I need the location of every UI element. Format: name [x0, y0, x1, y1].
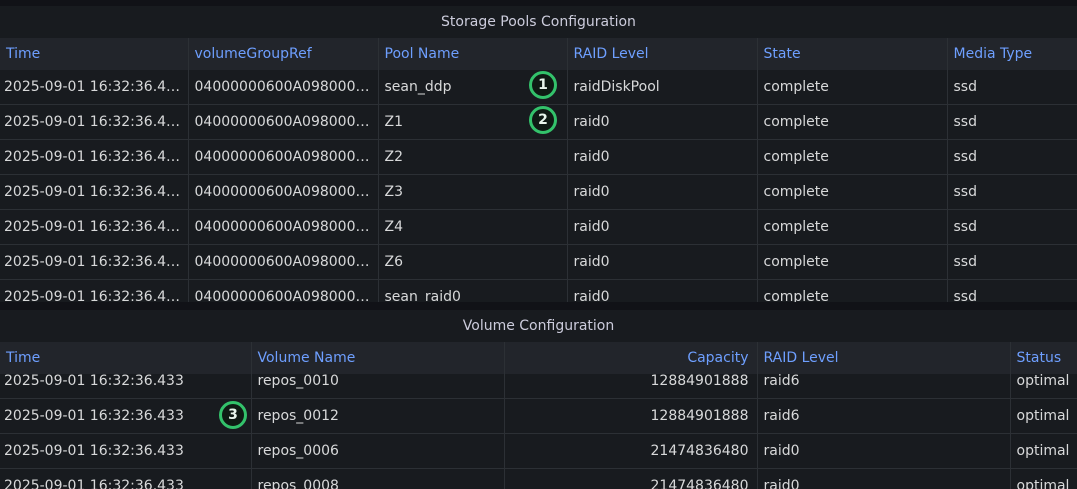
- column-header-raid-level[interactable]: RAID Level: [567, 38, 758, 70]
- cell-media-type: ssd: [947, 174, 1077, 210]
- cell-status: optimal: [1010, 433, 1077, 469]
- volumes-table-body: 2025-09-01 16:32:36.433 repos_0010 1288490…: [0, 374, 1077, 489]
- cell-raid-level: raid6: [757, 374, 1011, 399]
- column-header-pool-name[interactable]: Pool Name: [378, 38, 568, 70]
- cell-raid-level: raid0: [757, 433, 1011, 469]
- cell-state: complete: [757, 139, 948, 175]
- cell-status: optimal: [1010, 374, 1077, 399]
- cell-capacity: 21474836480: [504, 468, 758, 489]
- column-header-capacity[interactable]: Capacity: [504, 342, 758, 374]
- cell-status: optimal: [1010, 398, 1077, 434]
- volumes-table-scroll[interactable]: Time Volume Name Capacity RAID Level Sta…: [0, 342, 1077, 489]
- cell-raid-level: raid0: [567, 279, 758, 302]
- cell-pool-name: Z2: [378, 139, 568, 175]
- column-header-state[interactable]: State: [757, 38, 948, 70]
- cell-pool-name: Z6: [378, 244, 568, 280]
- cell-volume-name: repos_0012: [251, 398, 505, 434]
- cell-capacity: 12884901888: [504, 398, 758, 434]
- volumes-table: Time Volume Name Capacity RAID Level Sta…: [0, 342, 1077, 374]
- cell-time: 2025-09-01 16:32:36.433: [0, 174, 189, 210]
- cell-raid-level: raid0: [567, 104, 758, 140]
- cell-volume-group-ref: 04000000600A098000E3…: [188, 139, 379, 175]
- cell-volume-group-ref: 04000000600A098000E3…: [188, 209, 379, 245]
- cell-raid-level: raid0: [567, 174, 758, 210]
- cell-status: optimal: [1010, 468, 1077, 489]
- cell-time: 2025-09-01 16:32:36.433: [0, 104, 189, 140]
- cell-raid-level: raid0: [567, 209, 758, 245]
- table-row[interactable]: 2025-09-01 16:32:36.433 04000000600A09800…: [0, 139, 1077, 175]
- cell-time: 2025-09-01 16:32:36.433: [0, 70, 189, 105]
- cell-state: complete: [757, 104, 948, 140]
- column-header-volume-name[interactable]: Volume Name: [251, 342, 505, 374]
- cell-media-type: ssd: [947, 139, 1077, 175]
- cell-time: 2025-09-01 16:32:36.433: [0, 209, 189, 245]
- volume-configuration-panel: Volume Configuration Time Volume Name Ca…: [0, 310, 1077, 489]
- column-header-status[interactable]: Status: [1010, 342, 1077, 374]
- table-row[interactable]: 2025-09-01 16:32:36.433 repos_0006 2147483…: [0, 433, 1077, 469]
- cell-volume-group-ref: 04000000600A098000E3…: [188, 104, 379, 140]
- cell-volume-name: repos_0006: [251, 433, 505, 469]
- column-header-time[interactable]: Time: [0, 342, 252, 374]
- cell-volume-name: repos_0008: [251, 468, 505, 489]
- cell-state: complete: [757, 244, 948, 280]
- cell-time: 2025-09-01 16:32:36.433: [0, 374, 252, 399]
- storage-pools-panel: Storage Pools Configuration Time volumeG…: [0, 6, 1077, 302]
- cell-volume-group-ref: 04000000600A098000E3…: [188, 174, 379, 210]
- cell-raid-level: raid0: [757, 468, 1011, 489]
- cell-state: complete: [757, 174, 948, 210]
- cell-raid-level: raid6: [757, 398, 1011, 434]
- cell-state: complete: [757, 70, 948, 105]
- cell-raid-level: raidDiskPool: [567, 70, 758, 105]
- cell-time: 2025-09-01 16:32:36.433: [0, 433, 252, 469]
- cell-raid-level: raid0: [567, 244, 758, 280]
- table-header-row: Time Volume Name Capacity RAID Level Sta…: [0, 342, 1077, 374]
- table-row[interactable]: 2025-09-01 16:32:36.433 repos_0010 1288490…: [0, 374, 1077, 399]
- cell-volume-group-ref: 04000000600A098000E3…: [188, 70, 379, 105]
- cell-capacity: 21474836480: [504, 433, 758, 469]
- column-header-volume-group-ref[interactable]: volumeGroupRef: [188, 38, 379, 70]
- annotation-marker-1: 1: [529, 71, 557, 99]
- annotation-marker-2: 2: [529, 106, 557, 134]
- cell-volume-group-ref: 04000000600A098000E3…: [188, 244, 379, 280]
- volumes-body-viewport: 2025-09-01 16:32:36.433 repos_0010 1288490…: [0, 374, 1077, 489]
- cell-media-type: ssd: [947, 70, 1077, 105]
- cell-time: 2025-09-01 16:32:36.433: [0, 398, 252, 434]
- table-row[interactable]: 2025-09-01 16:32:36.433 04000000600A09800…: [0, 174, 1077, 210]
- column-header-media-type[interactable]: Media Type: [947, 38, 1077, 70]
- column-header-time[interactable]: Time: [0, 38, 189, 70]
- table-row[interactable]: 2025-09-01 16:32:36.433 repos_0012 1288490…: [0, 398, 1077, 434]
- annotation-marker-3: 3: [219, 401, 247, 429]
- cell-volume-name: repos_0010: [251, 374, 505, 399]
- cell-time: 2025-09-01 16:32:36.433: [0, 139, 189, 175]
- table-row[interactable]: 2025-09-01 16:32:36.433 04000000600A09800…: [0, 279, 1077, 302]
- cell-pool-name: Z4: [378, 209, 568, 245]
- cell-time: 2025-09-01 16:32:36.433: [0, 468, 252, 489]
- table-row[interactable]: 2025-09-01 16:32:36.433 repos_0008 2147483…: [0, 468, 1077, 489]
- cell-state: complete: [757, 279, 948, 302]
- cell-media-type: ssd: [947, 279, 1077, 302]
- cell-time: 2025-09-01 16:32:36.433: [0, 244, 189, 280]
- cell-pool-name: Z3: [378, 174, 568, 210]
- cell-pool-name: sean_raid0: [378, 279, 568, 302]
- cell-time: 2025-09-01 16:32:36.433: [0, 279, 189, 302]
- table-row[interactable]: 2025-09-01 16:32:36.433 04000000600A09800…: [0, 244, 1077, 280]
- cell-media-type: ssd: [947, 209, 1077, 245]
- panel-title: Volume Configuration: [462, 318, 615, 334]
- cell-state: complete: [757, 209, 948, 245]
- table-header-row: Time volumeGroupRef Pool Name RAID Level…: [0, 38, 1077, 70]
- cell-raid-level: raid0: [567, 139, 758, 175]
- panel-title: Storage Pools Configuration: [441, 14, 636, 30]
- cell-volume-group-ref: 04000000600A098000E6…: [188, 279, 379, 302]
- cell-media-type: ssd: [947, 104, 1077, 140]
- column-header-raid-level[interactable]: RAID Level: [757, 342, 1011, 374]
- cell-media-type: ssd: [947, 244, 1077, 280]
- cell-capacity: 12884901888: [504, 374, 758, 399]
- table-row[interactable]: 2025-09-01 16:32:36.433 04000000600A09800…: [0, 209, 1077, 245]
